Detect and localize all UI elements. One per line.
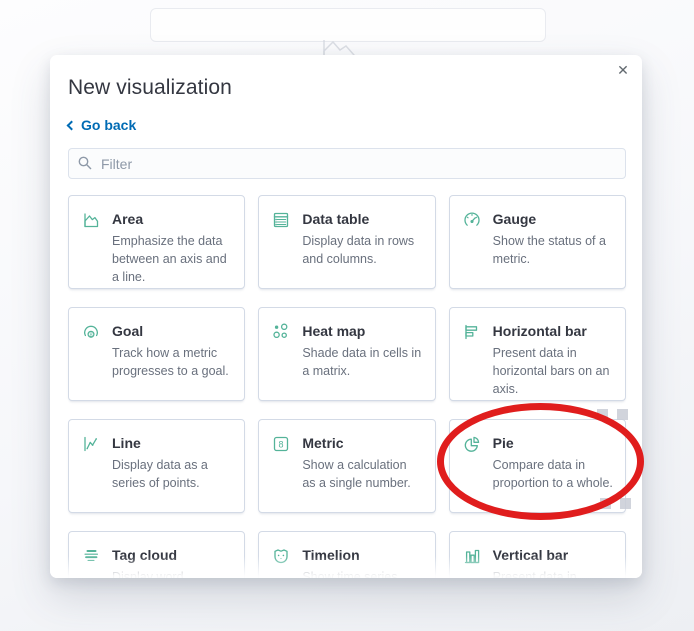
vis-card-timelion[interactable]: Timelion Show time series data on a grap… [258,531,436,578]
pie-chart-icon [462,434,482,457]
vis-card-gauge[interactable]: Gauge Show the status of a metric. [448,195,626,289]
vis-card-vertical-bar[interactable]: Vertical bar Present data in vertical ba… [448,531,626,578]
vis-card-tag-cloud[interactable]: Tag cloud Display word frequency with fo… [68,531,246,578]
card-title: Pie [492,435,514,451]
goal-icon: 8 [81,322,101,345]
card-description: Shade data in cells in a matrix. [302,346,422,379]
svg-text:8: 8 [89,332,92,338]
annotation-handle[interactable] [600,498,611,509]
annotation-handle[interactable] [597,409,608,420]
area-chart-icon [81,210,101,233]
svg-text:8: 8 [279,439,284,449]
vis-card-goal[interactable]: 8 Goal Track how a metric progresses to … [68,307,246,401]
card-title: Heat map [302,323,366,339]
card-description: Emphasize the data between an axis and a… [112,234,227,285]
card-title: Line [112,435,141,451]
search-icon [77,155,93,176]
line-chart-icon [81,434,101,457]
vis-card-horizontal-bar[interactable]: Horizontal bar Present data in horizonta… [448,307,626,401]
card-title: Horizontal bar [492,323,587,339]
tag-cloud-icon [81,546,101,569]
card-title: Tag cloud [112,547,178,563]
card-title: Gauge [492,211,537,227]
horizontal-bar-icon [462,322,482,345]
gauge-icon [462,210,482,233]
timelion-icon [271,546,291,569]
vis-card-line[interactable]: Line Display data as a series of points. [68,419,246,513]
metric-icon: 8 [271,434,291,457]
card-description: Display data as a series of points. [112,458,208,491]
vis-card-data-table[interactable]: Data table Display data in rows and colu… [258,195,436,289]
card-description: Display data in rows and columns. [302,234,415,267]
close-icon[interactable]: ✕ [613,60,633,80]
card-title: Vertical bar [492,547,569,563]
vis-card-metric[interactable]: 8 Metric Show a calculation as a single … [258,419,436,513]
data-table-icon [271,210,291,233]
card-description: Show time series data on a graph. [302,570,398,578]
vis-card-heat-map[interactable]: Heat map Shade data in cells in a matrix… [258,307,436,401]
chevron-left-icon [66,120,77,131]
annotation-handle[interactable] [617,409,628,420]
vis-card-area[interactable]: Area Emphasize the data between an axis … [68,195,246,289]
card-title: Goal [112,323,144,339]
annotation-handle[interactable] [620,498,631,509]
go-back-label: Go back [81,117,137,133]
card-description: Display word frequency with font size. [112,570,184,578]
new-visualization-dialog: ✕ New visualization Go back Area Emphasi… [50,55,642,578]
card-title: Metric [302,435,344,451]
heat-map-icon [271,322,291,345]
vertical-bar-icon [462,546,482,569]
card-description: Compare data in proportion to a whole. [492,458,613,491]
visualization-type-grid: Area Emphasize the data between an axis … [68,195,626,578]
card-description: Show the status of a metric. [492,234,606,267]
page-title: New visualization [68,76,232,99]
card-description: Show a calculation as a single number. [302,458,411,491]
card-description: Present data in vertical bars on an axis… [492,570,577,578]
card-title: Data table [302,211,370,227]
card-title: Timelion [302,547,360,563]
card-title: Area [112,211,144,227]
card-description: Present data in horizontal bars on an ax… [492,346,610,397]
filter-input[interactable] [68,148,626,179]
go-back-link[interactable]: Go back [66,117,137,133]
card-description: Track how a metric progresses to a goal. [112,346,229,379]
